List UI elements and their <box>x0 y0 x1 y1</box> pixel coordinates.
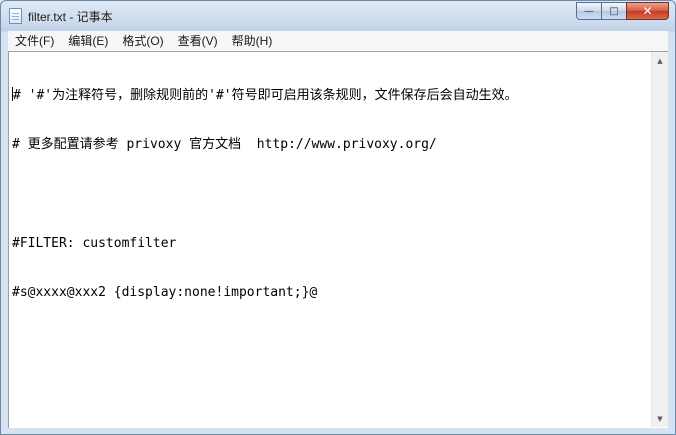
scroll-down-arrow-icon[interactable]: ▼ <box>652 410 668 427</box>
minimize-button[interactable]: — <box>576 2 602 20</box>
notepad-window: filter.txt - 记事本 — □ ✕ 文件(F) 编辑(E) 格式(O)… <box>0 0 676 435</box>
maximize-button[interactable]: □ <box>601 2 627 20</box>
text-line: #s@xxxx@xxx2 {display:none!important;}@ <box>12 285 318 300</box>
menu-edit[interactable]: 编辑(E) <box>61 31 115 51</box>
text-line: # '#'为注释符号，删除规则前的'#'符号即可启用该条规则，文件保存后会自动生… <box>12 87 652 104</box>
menu-bar: 文件(F) 编辑(E) 格式(O) 查看(V) 帮助(H) <box>8 31 668 51</box>
close-icon: ✕ <box>642 4 653 18</box>
vertical-scrollbar[interactable]: ▲ ▼ <box>651 52 668 427</box>
menu-format[interactable]: 格式(O) <box>115 31 170 51</box>
minimize-icon: — <box>584 5 594 17</box>
editor-area[interactable]: # '#'为注释符号，删除规则前的'#'符号即可启用该条规则，文件保存后会自动生… <box>8 51 668 428</box>
window-title: filter.txt - 记事本 <box>28 10 113 24</box>
title-bar[interactable]: filter.txt - 记事本 — □ ✕ <box>1 1 675 31</box>
close-button[interactable]: ✕ <box>626 2 669 20</box>
text-line: # 更多配置请参考 privoxy 官方文档 http://www.privox… <box>12 136 437 152</box>
caption-buttons: — □ ✕ <box>576 2 669 21</box>
menu-view[interactable]: 查看(V) <box>171 31 225 51</box>
notepad-icon[interactable] <box>9 8 22 24</box>
menu-help[interactable]: 帮助(H) <box>225 31 280 51</box>
text-line-content: # '#'为注释符号，删除规则前的'#'符号即可启用该条规则，文件保存后会自动生… <box>13 88 518 103</box>
text-content[interactable]: # '#'为注释符号，删除规则前的'#'符号即可启用该条规则，文件保存后会自动生… <box>12 54 652 424</box>
menu-file[interactable]: 文件(F) <box>8 31 61 51</box>
scroll-up-arrow-icon[interactable]: ▲ <box>652 52 668 69</box>
text-line: #FILTER: customfilter <box>12 235 177 251</box>
maximize-icon: □ <box>609 5 619 17</box>
text-line <box>12 186 652 203</box>
